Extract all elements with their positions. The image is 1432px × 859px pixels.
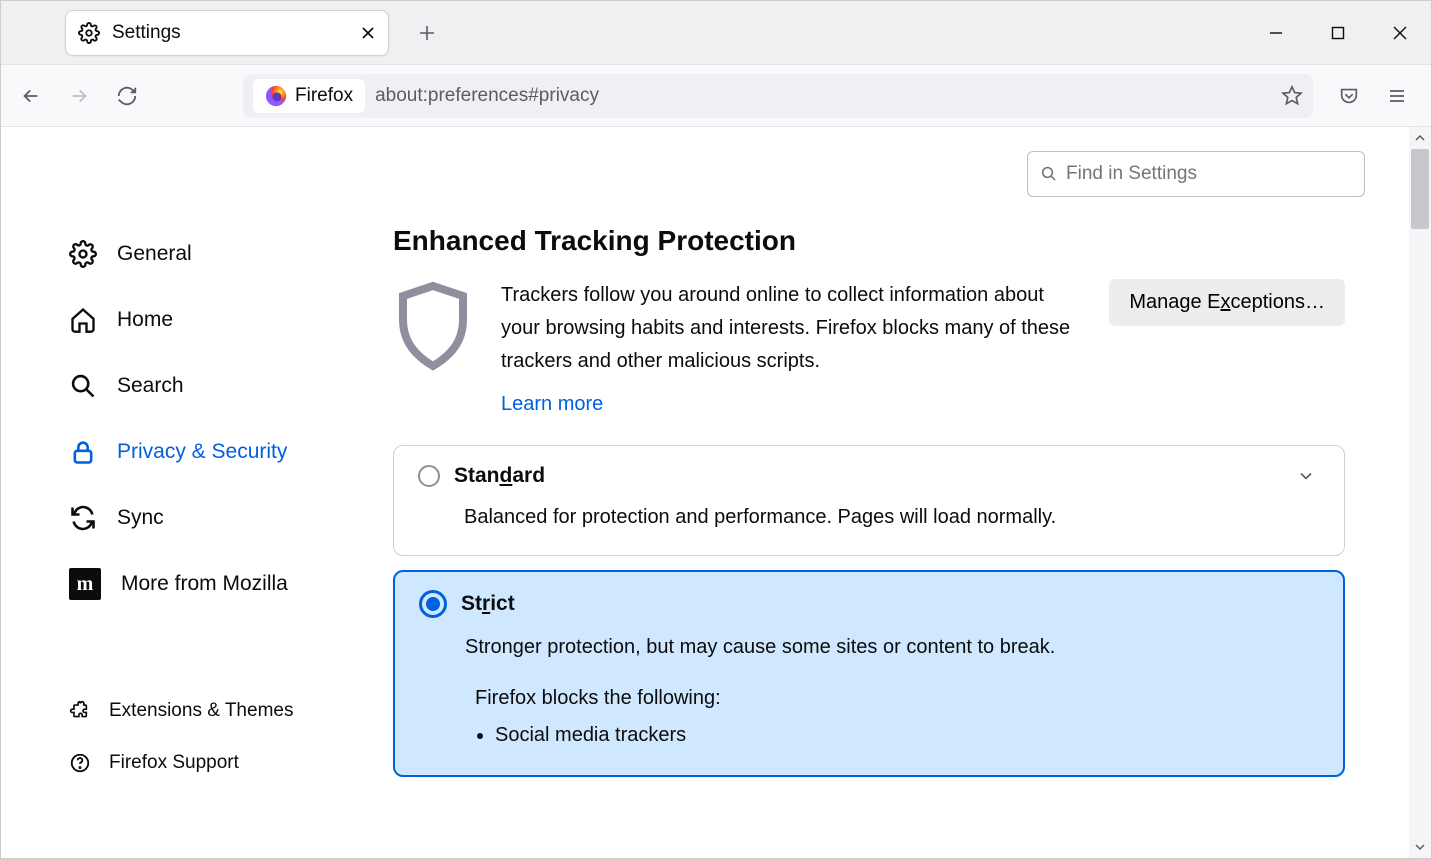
list-item: Social media trackers bbox=[495, 724, 1319, 747]
sidebar-label: Privacy & Security bbox=[117, 440, 287, 464]
pocket-button[interactable] bbox=[1327, 74, 1371, 118]
close-icon[interactable] bbox=[360, 25, 376, 41]
identity-box[interactable]: Firefox bbox=[253, 79, 365, 113]
chevron-down-icon[interactable] bbox=[1296, 466, 1316, 486]
forward-button[interactable] bbox=[57, 74, 101, 118]
url-bar[interactable]: Firefox about:preferences#privacy bbox=[243, 74, 1313, 118]
sidebar-item-extensions[interactable]: Extensions & Themes bbox=[63, 689, 373, 733]
close-window-button[interactable] bbox=[1369, 1, 1431, 65]
gear-icon bbox=[78, 22, 100, 44]
scroll-down-arrow-icon[interactable] bbox=[1409, 836, 1431, 858]
blocks-list: Social media trackers bbox=[495, 724, 1319, 747]
learn-more-link[interactable]: Learn more bbox=[501, 388, 603, 421]
help-icon bbox=[69, 752, 91, 774]
blocks-heading: Firefox blocks the following: bbox=[475, 687, 1319, 710]
sidebar-label: Extensions & Themes bbox=[109, 700, 293, 722]
app-menu-button[interactable] bbox=[1375, 74, 1419, 118]
sidebar-item-sync[interactable]: Sync bbox=[63, 489, 373, 547]
url-text: about:preferences#privacy bbox=[375, 85, 1271, 107]
search-icon bbox=[69, 372, 97, 400]
option-description: Stronger protection, but may cause some … bbox=[465, 632, 1319, 663]
radio-strict[interactable] bbox=[419, 590, 447, 618]
sidebar-label: Search bbox=[117, 374, 184, 398]
scroll-up-arrow-icon[interactable] bbox=[1409, 127, 1431, 149]
maximize-button[interactable] bbox=[1307, 1, 1369, 65]
firefox-logo-icon bbox=[265, 85, 287, 107]
page-title: Enhanced Tracking Protection bbox=[393, 225, 1345, 257]
window-controls bbox=[1245, 1, 1431, 65]
back-button[interactable] bbox=[9, 74, 53, 118]
sidebar-item-support[interactable]: Firefox Support bbox=[63, 741, 373, 785]
minimize-button[interactable] bbox=[1245, 1, 1307, 65]
protection-option-standard[interactable]: Standard Balanced for protection and per… bbox=[393, 445, 1345, 556]
protection-option-strict[interactable]: Strict Stronger protection, but may caus… bbox=[393, 570, 1345, 777]
home-icon bbox=[69, 306, 97, 334]
scrollbar[interactable] bbox=[1409, 127, 1431, 858]
sidebar-item-more-mozilla[interactable]: m More from Mozilla bbox=[63, 555, 373, 613]
new-tab-button[interactable] bbox=[409, 15, 445, 51]
tab-strip: Settings bbox=[1, 1, 1431, 65]
lock-icon bbox=[69, 438, 97, 466]
sidebar-label: Sync bbox=[117, 506, 164, 530]
sidebar-label: Home bbox=[117, 308, 173, 332]
sidebar-label: Firefox Support bbox=[109, 752, 239, 774]
sidebar-label: General bbox=[117, 242, 192, 266]
sidebar-label: More from Mozilla bbox=[121, 572, 288, 596]
tab-settings[interactable]: Settings bbox=[65, 10, 389, 56]
reload-button[interactable] bbox=[105, 74, 149, 118]
settings-content: Enhanced Tracking Protection Trackers fo… bbox=[393, 225, 1345, 791]
settings-search-input[interactable] bbox=[1066, 163, 1352, 185]
tab-label: Settings bbox=[112, 22, 348, 44]
mozilla-icon: m bbox=[69, 568, 101, 600]
nav-toolbar: Firefox about:preferences#privacy bbox=[1, 65, 1431, 127]
search-icon bbox=[1040, 165, 1058, 183]
scrollbar-thumb[interactable] bbox=[1411, 149, 1429, 229]
sidebar-item-home[interactable]: Home bbox=[63, 291, 373, 349]
manage-exceptions-button[interactable]: Manage Exceptions… bbox=[1109, 279, 1345, 326]
option-description: Balanced for protection and performance.… bbox=[464, 502, 1320, 533]
shield-icon bbox=[393, 279, 473, 373]
sidebar-item-privacy[interactable]: Privacy & Security bbox=[63, 423, 373, 481]
puzzle-icon bbox=[69, 700, 91, 722]
sync-icon bbox=[69, 504, 97, 532]
identity-label: Firefox bbox=[295, 85, 353, 107]
etp-description: Trackers follow you around online to col… bbox=[501, 279, 1081, 378]
settings-search-box[interactable] bbox=[1027, 151, 1365, 197]
sidebar-item-search[interactable]: Search bbox=[63, 357, 373, 415]
settings-sidebar: General Home Search Privacy & Security S… bbox=[63, 225, 373, 791]
option-title: Strict bbox=[461, 592, 515, 616]
option-title: Standard bbox=[454, 464, 545, 488]
gear-icon bbox=[69, 240, 97, 268]
sidebar-item-general[interactable]: General bbox=[63, 225, 373, 283]
radio-standard[interactable] bbox=[418, 465, 440, 487]
bookmark-star-icon[interactable] bbox=[1281, 85, 1303, 107]
